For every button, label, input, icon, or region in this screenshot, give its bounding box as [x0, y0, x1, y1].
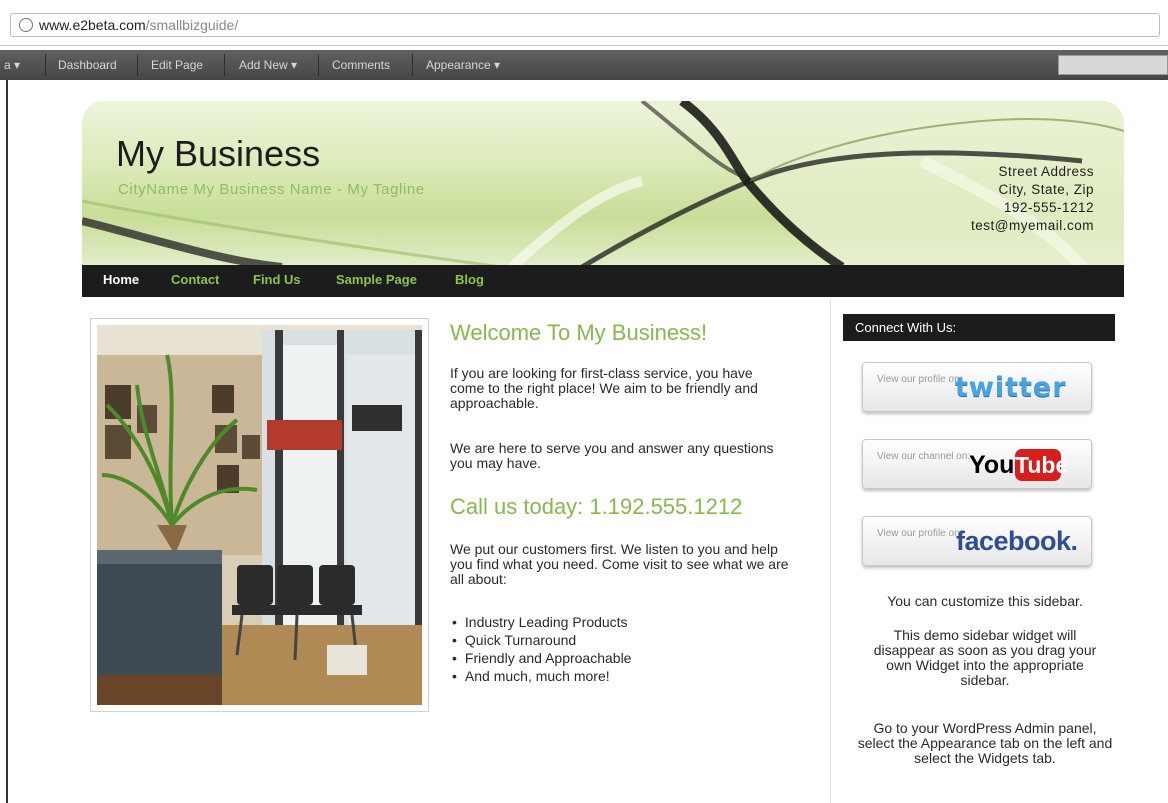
nav-sample-page[interactable]: Sample Page [336, 272, 417, 287]
nav-find-us[interactable]: Find Us [253, 272, 301, 287]
url-text[interactable]: www.e2beta.com/smallbizguide/ [39, 17, 238, 33]
admin-menu-site[interactable]: a ▾ [4, 58, 20, 72]
twitter-button[interactable]: View our profile on: twitter [862, 362, 1092, 412]
youtube-button[interactable]: View our channel on: You Tube [862, 439, 1092, 489]
site-title[interactable]: My Business [116, 133, 320, 175]
url-field[interactable]: www.e2beta.com/smallbizguide/ [10, 13, 1160, 37]
sidebar-heading: Connect With Us: [843, 314, 1115, 341]
admin-separator [318, 54, 319, 76]
office-photo-image [97, 325, 422, 705]
admin-separator [137, 54, 138, 76]
twitter-caption: View our profile on: [877, 374, 963, 385]
site-header: My Business CityName My Business Name - … [82, 101, 1124, 267]
call-heading: Call us today: 1.192.555.1212 [450, 494, 743, 519]
main-nav: Home Contact Find Us Sample Page Blog [82, 265, 1124, 297]
list-item: And much, much more! [452, 667, 631, 685]
admin-menu-edit-page[interactable]: Edit Page [151, 58, 203, 72]
window-edge [6, 80, 8, 803]
facebook-caption: View our profile on: [877, 528, 963, 539]
admin-menu-add-new[interactable]: Add New ▾ [239, 58, 297, 72]
sidebar-divider [830, 300, 831, 803]
list-item: Quick Turnaround [452, 631, 631, 649]
sidebar-text: This demo sidebar widget will disappear … [873, 627, 1097, 688]
sidebar-text: You can customize this sidebar. [887, 593, 1083, 609]
admin-menu-appearance[interactable]: Appearance ▾ [426, 58, 500, 72]
globe-icon [19, 18, 33, 32]
intro-paragraph: If you are looking for first-class servi… [450, 365, 758, 411]
nav-home[interactable]: Home [103, 272, 139, 287]
nav-blog[interactable]: Blog [455, 272, 484, 287]
youtube-caption: View our channel on: [877, 451, 971, 462]
youtube-logo-you: You [969, 451, 1015, 479]
customers-paragraph: We put our customers first. We listen to… [450, 541, 789, 587]
sidebar-text: Go to your WordPress Admin panel, select… [857, 720, 1113, 766]
email-address[interactable]: test@myemail.com [971, 217, 1094, 235]
phone-number: 192-555-1212 [1003, 200, 1094, 215]
office-photo [90, 318, 429, 712]
admin-menu-comments[interactable]: Comments [332, 58, 390, 72]
nav-contact[interactable]: Contact [171, 272, 219, 287]
facebook-logo: facebook. [956, 526, 1078, 556]
browser-address-bar: www.e2beta.com/smallbizguide/ [0, 0, 1168, 46]
wp-admin-bar: a ▾ Dashboard Edit Page Add New ▾ Commen… [0, 50, 1168, 80]
admin-separator [412, 54, 413, 76]
city-state-zip: City, State, Zip [998, 182, 1094, 197]
admin-menu-dashboard[interactable]: Dashboard [58, 58, 117, 72]
list-item: Friendly and Approachable [452, 649, 632, 667]
features-list: Industry Leading Products Quick Turnarou… [452, 613, 632, 685]
list-item: Industry Leading Products [452, 613, 631, 631]
welcome-heading: Welcome To My Business! [450, 320, 708, 345]
site-tagline: CityName My Business Name - My Tagline [118, 181, 425, 198]
admin-search-input[interactable] [1058, 55, 1168, 75]
twitter-logo: twitter [955, 372, 1067, 403]
contact-address: Street Address City, State, Zip 192-555-… [971, 163, 1094, 235]
serve-paragraph: We are here to serve you and answer any … [450, 440, 774, 471]
admin-separator [224, 54, 225, 76]
youtube-logo-tube: Tube [1015, 449, 1068, 481]
street-address: Street Address [998, 164, 1094, 179]
facebook-button[interactable]: View our profile on: facebook. [862, 516, 1092, 566]
admin-separator [45, 54, 46, 76]
